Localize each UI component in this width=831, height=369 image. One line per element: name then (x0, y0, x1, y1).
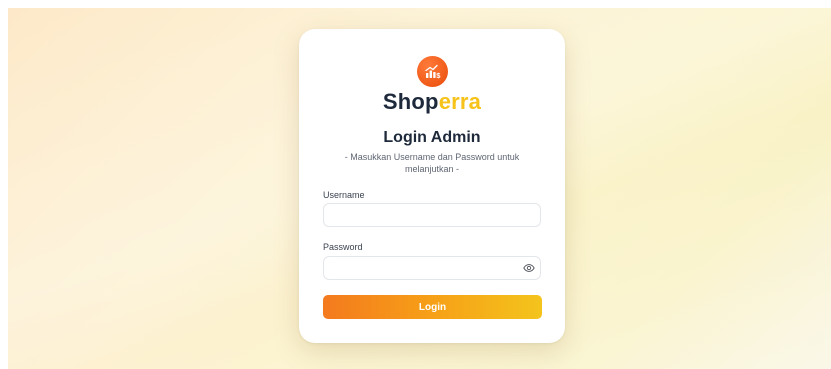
eye-icon[interactable] (523, 264, 535, 272)
login-card: $ Shoperra Login Admin - Masukkan Userna… (299, 29, 565, 343)
username-label: Username (323, 190, 365, 200)
page-subtitle: - Masukkan Username dan Password untuk m… (344, 152, 520, 174)
svg-text:$: $ (436, 71, 441, 80)
chart-dollar-icon: $ (417, 56, 448, 87)
password-label: Password (323, 242, 363, 252)
login-button[interactable]: Login (323, 295, 542, 319)
brand-name-part2: erra (438, 89, 482, 114)
password-field[interactable] (323, 256, 541, 280)
brand-name-part1: Shop (382, 89, 439, 114)
username-field[interactable] (323, 203, 541, 227)
brand-name: Shoperra (299, 89, 565, 115)
page-title: Login Admin (383, 129, 481, 146)
